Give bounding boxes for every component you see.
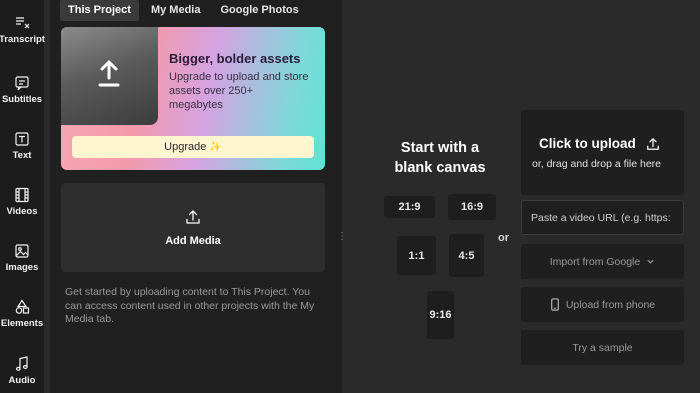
sparkles-icon: ✨ — [209, 141, 222, 153]
tab-google-photos[interactable]: Google Photos — [212, 0, 306, 21]
upload-icon — [646, 137, 659, 150]
try-a-sample-label: Try a sample — [572, 341, 633, 354]
tab-this-project[interactable]: This Project — [60, 0, 139, 21]
upload-icon — [186, 209, 200, 224]
phone-icon — [551, 298, 559, 311]
resize-handle-icon[interactable]: ⋮ — [337, 232, 347, 242]
sidebar-item-subtitles[interactable]: Subtitles — [0, 75, 44, 105]
sidebar-item-audio[interactable]: Audio — [0, 356, 44, 386]
upgrade-promo-banner: Bigger, bolder assets Upgrade to upload … — [61, 27, 325, 170]
sidebar-item-label: Elements — [0, 318, 44, 329]
aspect-ratio-21-9-button[interactable]: 21:9 — [384, 196, 435, 218]
upload-subtitle: or, drag and drop a file here — [532, 158, 662, 170]
import-from-google-label: Import from Google — [549, 255, 641, 268]
sidebar-item-label: Audio — [8, 375, 36, 386]
sidebar-item-elements[interactable]: Elements — [0, 299, 44, 329]
sidebar-item-label: Text — [12, 150, 32, 161]
upload-from-phone-button[interactable]: Upload from phone — [521, 287, 684, 322]
aspect-ratio-9-16-button[interactable]: 9:16 — [427, 291, 454, 339]
import-from-google-button[interactable]: Import from Google — [521, 244, 684, 279]
try-a-sample-button[interactable]: Try a sample — [521, 330, 684, 365]
promo-text: Upgrade to upload and store assets over … — [169, 71, 309, 111]
upload-title: Click to upload — [539, 136, 660, 151]
transcript-icon — [16, 17, 30, 29]
or-separator: or — [498, 232, 509, 244]
panel-hint-text: Get started by uploading content to This… — [65, 286, 315, 325]
upgrade-button-label: Upgrade — [164, 141, 207, 153]
image-icon — [15, 244, 29, 258]
click-to-upload-dropzone[interactable]: Click to upload or, drag and drop a file… — [521, 110, 684, 195]
aspect-ratio-1-1-button[interactable]: 1:1 — [397, 236, 436, 275]
subtitles-icon — [15, 76, 29, 91]
upload-title-label: Click to upload — [539, 136, 636, 151]
shapes-icon — [15, 299, 30, 314]
left-sidebar: Transcript Subtitles Text Videos Images … — [0, 0, 45, 393]
sidebar-item-label: Videos — [6, 206, 38, 217]
promo-title: Bigger, bolder assets — [169, 51, 301, 66]
aspect-ratio-16-9-button[interactable]: 16:9 — [448, 194, 496, 220]
upload-arrow-icon — [98, 60, 120, 87]
chevron-down-icon — [647, 259, 654, 264]
music-note-icon — [15, 356, 28, 371]
upload-from-phone-label: Upload from phone — [565, 298, 656, 311]
sidebar-item-label: Images — [5, 262, 39, 273]
sidebar-item-label: Transcript — [0, 34, 45, 45]
text-icon — [15, 132, 29, 146]
sidebar-item-videos[interactable]: Videos — [0, 187, 44, 217]
tab-my-media[interactable]: My Media — [143, 0, 209, 21]
add-media-button[interactable]: Add Media — [61, 183, 325, 272]
media-tabs: This Project My Media Google Photos — [60, 0, 307, 21]
promo-photo — [61, 27, 158, 125]
sidebar-item-images[interactable]: Images — [0, 243, 44, 273]
aspect-ratio-4-5-button[interactable]: 4:5 — [449, 234, 484, 277]
sidebar-item-label: Subtitles — [1, 94, 43, 105]
video-url-input[interactable] — [521, 200, 684, 235]
add-media-label: Add Media — [165, 234, 221, 247]
media-panel: This Project My Media Google Photos Bigg… — [50, 0, 336, 393]
film-icon — [15, 187, 29, 203]
sidebar-item-text[interactable]: Text — [0, 131, 44, 161]
blank-canvas-heading: Start with a blank canvas — [394, 140, 486, 176]
upgrade-button[interactable]: Upgrade ✨ — [72, 136, 314, 158]
sidebar-item-transcript[interactable]: Transcript — [0, 15, 45, 45]
panel-divider[interactable] — [336, 0, 342, 393]
